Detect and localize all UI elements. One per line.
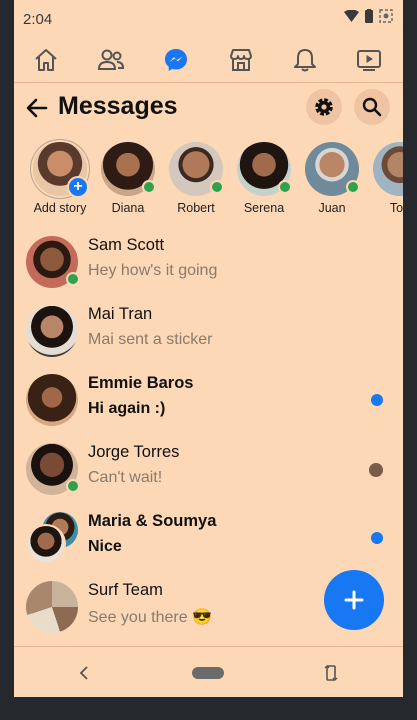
story-juan[interactable]: Juan — [300, 140, 364, 215]
conversation-preview: Hey how's it going — [88, 262, 218, 279]
conversation-name: Surf Team — [88, 581, 163, 599]
avatar — [26, 443, 80, 495]
settings-button[interactable] — [306, 89, 342, 125]
new-message-button[interactable] — [324, 570, 384, 630]
home-icon — [35, 49, 57, 71]
conversation-sam-scott[interactable]: Sam Scott Hey how's it going — [14, 230, 403, 294]
system-nav-bar — [14, 646, 403, 697]
avatar — [26, 236, 80, 288]
friends-icon — [97, 49, 125, 70]
search-icon — [362, 97, 382, 117]
avatar — [101, 142, 156, 196]
story-name: Diana — [111, 201, 145, 215]
conversation-name: Sam Scott — [88, 236, 165, 254]
conversation-maria-soumya[interactable]: Maria & Soumya Nice — [14, 506, 403, 570]
conversation-name: Mai Tran — [88, 305, 153, 323]
watch-video-icon — [357, 50, 381, 71]
phone-screen: 2:04 Messages + Add story Diana Robert S… — [14, 0, 403, 697]
avatar — [26, 305, 78, 357]
top-nav — [14, 38, 403, 83]
add-story-plus-icon: + — [67, 176, 89, 198]
nav-tab-watch[interactable] — [354, 45, 384, 75]
story-robert[interactable]: Robert — [164, 140, 228, 215]
avatar — [237, 142, 292, 196]
nav-tab-marketplace[interactable] — [226, 45, 256, 75]
avatar — [26, 374, 78, 426]
status-bar: 2:04 — [14, 0, 403, 38]
conversation-jorge-torres[interactable]: Jorge Torres Can't wait! — [14, 437, 403, 501]
online-dot — [66, 479, 80, 493]
avatar: + — [33, 142, 89, 198]
online-dot — [278, 180, 292, 194]
bell-icon — [294, 49, 316, 72]
seen-avatar — [369, 463, 383, 477]
story-ton[interactable]: Ton — [368, 140, 403, 215]
plus-icon — [344, 590, 364, 610]
avatar — [305, 142, 360, 196]
online-dot — [142, 180, 156, 194]
gear-icon — [315, 98, 333, 116]
conversation-preview: Nice — [88, 538, 122, 555]
status-time: 2:04 — [23, 11, 53, 28]
page-title: Messages — [58, 92, 178, 120]
avatar — [373, 142, 403, 196]
system-back-icon[interactable] — [78, 666, 90, 680]
online-dot — [210, 180, 224, 194]
story-add[interactable]: + Add story — [28, 140, 92, 215]
nav-tab-notifications[interactable] — [290, 45, 320, 75]
nav-tab-home[interactable] — [31, 45, 61, 75]
avatar — [26, 581, 78, 633]
nav-tab-friends[interactable] — [96, 45, 126, 75]
online-dot — [66, 272, 80, 286]
story-name: Robert — [177, 201, 215, 215]
conversation-preview: Mai sent a sticker — [88, 331, 213, 348]
story-name: Add story — [33, 201, 87, 215]
group-avatar — [26, 512, 78, 564]
nav-tab-messenger[interactable] — [161, 45, 191, 75]
story-name: Ton — [389, 201, 403, 215]
avatar — [169, 142, 224, 196]
story-serena[interactable]: Serena — [232, 140, 296, 215]
messages-header: Messages — [14, 86, 403, 130]
unread-indicator — [371, 532, 383, 544]
wifi-icon — [344, 10, 359, 22]
back-arrow-icon[interactable] — [24, 95, 50, 121]
screenshot-icon — [379, 9, 393, 23]
conversation-preview: Hi again :) — [88, 400, 166, 417]
search-button[interactable] — [354, 89, 390, 125]
status-icons — [344, 9, 393, 23]
messenger-icon — [165, 49, 187, 71]
conversation-name: Jorge Torres — [88, 443, 180, 461]
rotate-icon[interactable] — [324, 664, 338, 682]
story-name: Juan — [318, 201, 346, 215]
system-home-pill[interactable] — [192, 667, 224, 679]
marketplace-icon — [230, 49, 252, 71]
unread-indicator — [371, 394, 383, 406]
conversation-preview: See you there 😎 — [88, 609, 212, 626]
conversation-emmie-baros[interactable]: Emmie Baros Hi again :) — [14, 368, 403, 432]
story-diana[interactable]: Diana — [96, 140, 160, 215]
story-name: Serena — [243, 201, 285, 215]
conversation-name: Maria & Soumya — [88, 512, 217, 530]
stories-row: + Add story Diana Robert Serena Juan To — [14, 140, 403, 226]
battery-icon — [365, 9, 373, 23]
online-dot — [346, 180, 360, 194]
conversation-preview: Can't wait! — [88, 469, 163, 486]
conversation-name: Emmie Baros — [88, 374, 194, 392]
conversation-mai-tran[interactable]: Mai Tran Mai sent a sticker — [14, 299, 403, 363]
